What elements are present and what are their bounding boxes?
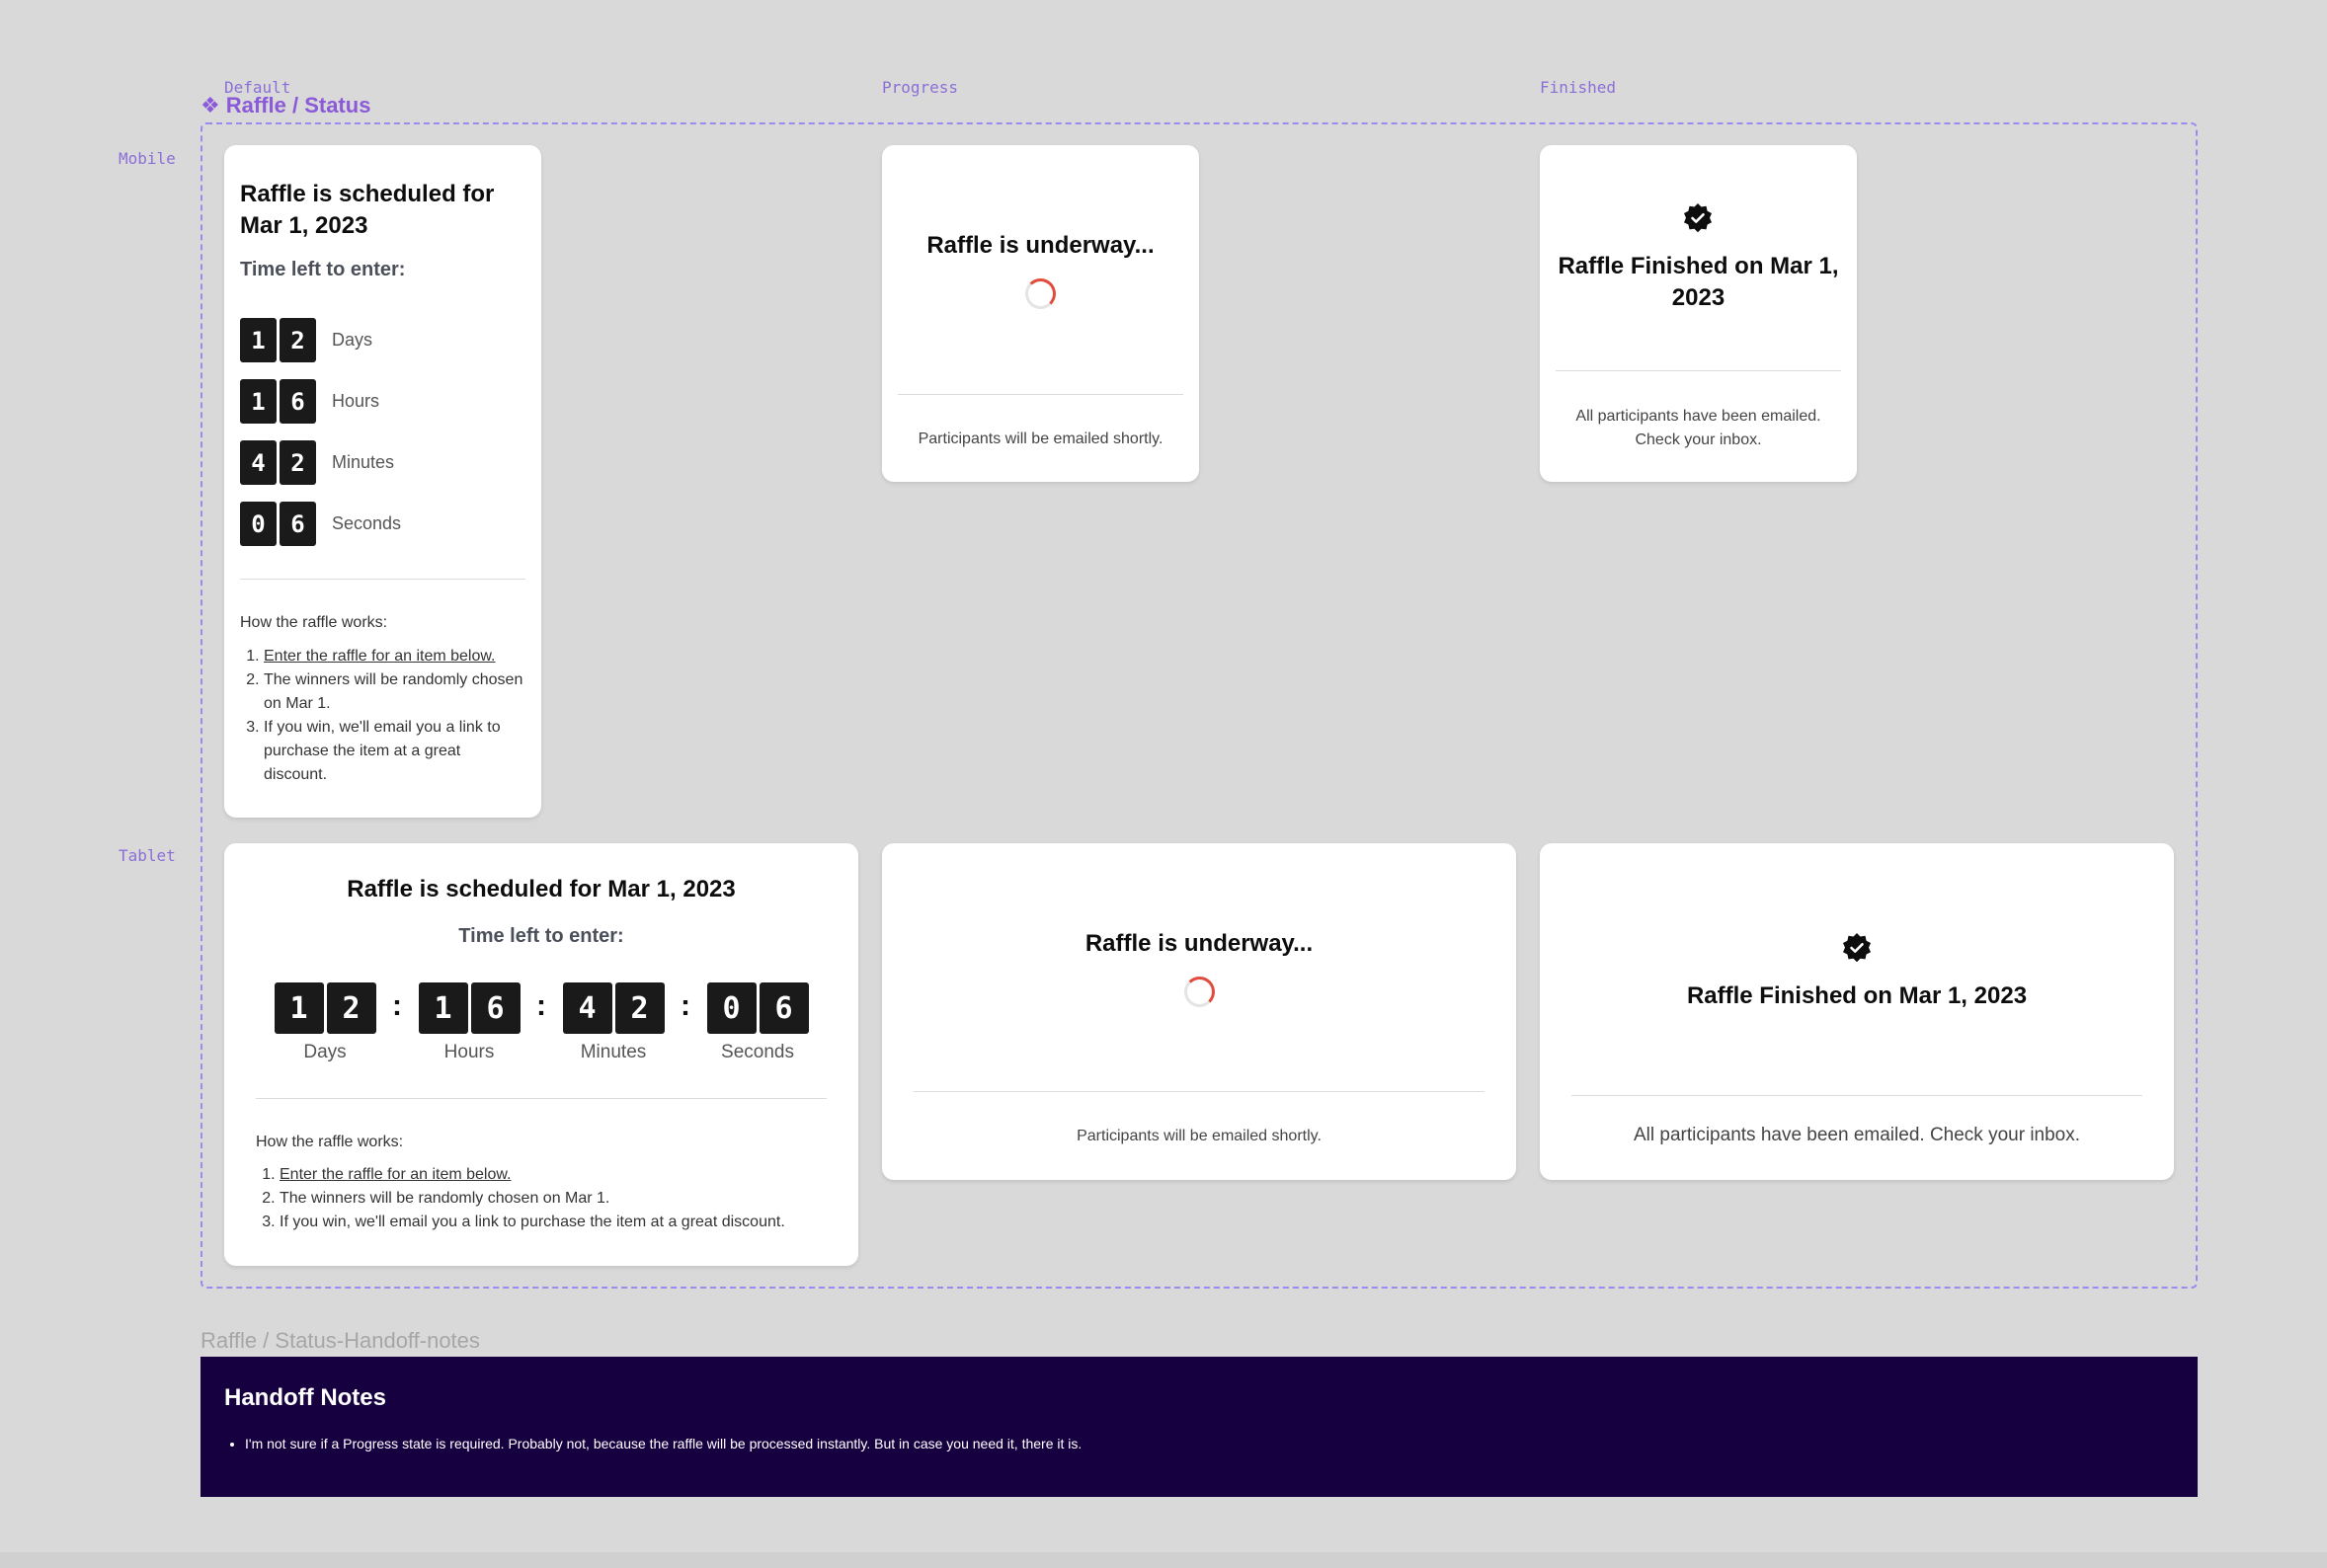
separator: : — [681, 989, 690, 1022]
row-label-tablet: Tablet — [119, 846, 176, 865]
progress-title: Raffle is underway... — [1084, 930, 1314, 957]
finished-title: Raffle Finished on Mar 1, 2023 — [1686, 982, 2028, 1009]
divider — [898, 394, 1183, 395]
finished-title: Raffle Finished on Mar 1, 2023 — [1558, 253, 1839, 311]
mobile-finished-card: Raffle Finished on Mar 1, 2023 All parti… — [1540, 145, 1857, 482]
countdown-days: 1 2 Days — [274, 982, 376, 1063]
handoff-title: Handoff Notes — [224, 1384, 386, 1411]
digit: 2 — [614, 982, 665, 1034]
digit: 1 — [240, 318, 277, 362]
how-step: The winners will be randomly chosen on M… — [264, 668, 526, 716]
scheduled-title: Raffle is scheduled for Mar 1, 2023 — [240, 181, 495, 239]
how-title: How the raffle works: — [256, 1134, 404, 1150]
component-icon: ❖ — [201, 93, 220, 118]
digit: 6 — [280, 502, 316, 546]
separator: : — [536, 989, 546, 1022]
unit-label: Days — [332, 330, 373, 350]
divider — [1556, 370, 1841, 371]
digit: 1 — [418, 982, 468, 1034]
how-title: How the raffle works: — [240, 614, 388, 631]
mobile-scheduled-card: Raffle is scheduled for Mar 1, 2023 Time… — [224, 145, 541, 818]
time-left-label: Time left to enter: — [458, 925, 624, 947]
spinner-icon — [1025, 278, 1056, 309]
column-label-finished: Finished — [1540, 78, 1617, 97]
divider — [256, 1098, 827, 1099]
finished-note: All participants have been emailed. Chec… — [1575, 408, 1821, 448]
divider — [1571, 1095, 2142, 1096]
countdown-days: 1 2 Days — [240, 318, 372, 362]
spinner-icon — [1184, 977, 1215, 1007]
tablet-scheduled-card: Raffle is scheduled for Mar 1, 2023 Time… — [224, 843, 858, 1266]
digit: 6 — [280, 379, 316, 424]
handoff-bullet: I'm not sure if a Progress state is requ… — [245, 1434, 1213, 1453]
separator: : — [392, 989, 402, 1022]
unit-label: Days — [303, 1042, 347, 1062]
component-title-text: Raffle / Status — [225, 93, 371, 118]
countdown-seconds: 0 6 Seconds — [240, 502, 401, 546]
how-step: Enter the raffle for an item below. — [264, 645, 526, 668]
unit-label: Hours — [443, 1042, 495, 1062]
scheduled-title: Raffle is scheduled for Mar 1, 2023 — [347, 876, 736, 902]
digit: 0 — [240, 502, 277, 546]
time-left-label: Time left to enter: — [240, 259, 406, 280]
enter-raffle-link[interactable]: Enter the raffle for an item below. — [280, 1166, 512, 1183]
divider — [914, 1091, 1484, 1092]
digit: 1 — [274, 982, 324, 1034]
unit-label: Minutes — [332, 452, 395, 472]
enter-raffle-link[interactable]: Enter the raffle for an item below. — [264, 648, 496, 665]
handoff-list: I'm not sure if a Progress state is requ… — [245, 1434, 1213, 1453]
check-badge-icon — [1841, 932, 1873, 964]
how-step: Enter the raffle for an item below. — [280, 1163, 839, 1187]
how-steps: Enter the raffle for an item below. The … — [256, 1163, 839, 1234]
how-step: If you win, we'll email you a link to pu… — [280, 1211, 839, 1234]
digit: 1 — [240, 379, 277, 424]
handoff-notes-panel: Handoff Notes I'm not sure if a Progress… — [201, 1357, 2198, 1497]
countdown-row: 1 2 Days : 1 6 Hours : 4 2 Minutes : 0 6 — [274, 982, 809, 1063]
digit: 4 — [240, 440, 277, 485]
how-step: If you win, we'll email you a link to pu… — [264, 716, 526, 787]
countdown-hours: 1 6 Hours — [418, 982, 521, 1063]
unit-label: Seconds — [721, 1042, 794, 1062]
tablet-progress-card: Raffle is underway... Participants will … — [882, 843, 1516, 1180]
tablet-finished-card: Raffle Finished on Mar 1, 2023 All parti… — [1540, 843, 2174, 1180]
finished-note: All participants have been emailed. Chec… — [1633, 1125, 2081, 1145]
progress-title: Raffle is underway... — [926, 232, 1155, 259]
digit: 4 — [562, 982, 612, 1034]
progress-note: Participants will be emailed shortly. — [918, 431, 1164, 447]
digit: 0 — [706, 982, 757, 1034]
how-step: The winners will be randomly chosen on M… — [280, 1187, 839, 1211]
countdown-hours: 1 6 Hours — [240, 379, 379, 424]
digit: 2 — [326, 982, 376, 1034]
countdown-minutes: 4 2 Minutes — [562, 982, 665, 1063]
digit: 6 — [759, 982, 809, 1034]
how-steps: Enter the raffle for an item below. The … — [240, 645, 526, 787]
component-title[interactable]: ❖ Raffle / Status — [201, 93, 370, 118]
unit-label: Minutes — [580, 1042, 647, 1062]
row-label-mobile: Mobile — [119, 149, 176, 168]
countdown-minutes: 4 2 Minutes — [240, 440, 394, 485]
digit: 2 — [280, 440, 316, 485]
handoff-label[interactable]: Raffle / Status-Handoff-notes — [201, 1328, 480, 1354]
check-badge-icon — [1682, 202, 1714, 234]
canvas-bottom-band — [0, 1552, 2327, 1568]
divider — [240, 579, 525, 580]
digit: 2 — [280, 318, 316, 362]
digit: 6 — [470, 982, 521, 1034]
column-label-progress: Progress — [882, 78, 959, 97]
countdown-seconds: 0 6 Seconds — [706, 982, 809, 1063]
progress-note: Participants will be emailed shortly. — [1077, 1128, 1322, 1144]
mobile-progress-card: Raffle is underway... Participants will … — [882, 145, 1199, 482]
unit-label: Seconds — [332, 513, 402, 533]
unit-label: Hours — [332, 391, 380, 411]
